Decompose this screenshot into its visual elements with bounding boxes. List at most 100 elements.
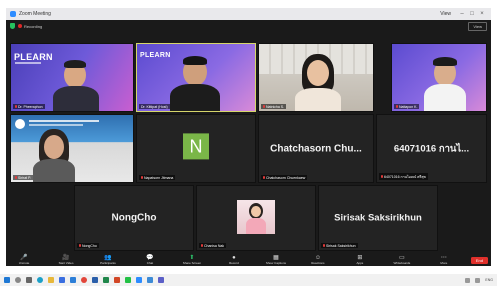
network-icon[interactable] — [465, 277, 471, 283]
participant-tile-speaking[interactable]: PLEARN Dr. Kittipat (Host) — [136, 43, 256, 112]
participant-tile[interactable]: Sirisak Saksirikhun Sirisak Saksirikhun — [318, 185, 438, 251]
participant-display-name: NongCho — [111, 212, 157, 224]
meeting-topbar: Recording View — [6, 20, 491, 32]
photos-icon[interactable] — [147, 277, 153, 283]
close-button[interactable]: × — [477, 11, 487, 17]
search-icon[interactable] — [15, 277, 21, 283]
volume-icon[interactable] — [475, 277, 481, 283]
participant-name: Dr. Pheeraphon — [18, 104, 43, 109]
participant-avatar: N — [183, 132, 209, 159]
word-icon[interactable] — [92, 277, 98, 283]
record-button[interactable]: ● Record — [219, 255, 249, 265]
muted-mic-icon — [381, 175, 383, 178]
participant-name: NongCho — [82, 243, 97, 248]
participant-video-person — [31, 127, 77, 182]
participant-name: Chanisa Nak — [204, 243, 225, 248]
store-icon[interactable] — [59, 277, 65, 283]
security-shield-icon[interactable] — [10, 23, 15, 29]
file-explorer-icon[interactable] — [48, 277, 54, 283]
chat-button[interactable]: 💬 Chat — [135, 255, 165, 265]
banner-decoration — [15, 62, 41, 64]
meeting-toolbar: 🎤 Unmute 🎥 Start Video 👥 Participants 💬 … — [6, 254, 491, 266]
maximize-button[interactable]: □ — [467, 11, 477, 17]
participant-nameplate: Dr. Kittipat (Host) — [139, 104, 170, 109]
muted-mic-icon — [201, 244, 203, 247]
participant-tile[interactable]: 64071016 กานไ... 64071016 กานไอลณ์ ศรีสุ… — [376, 114, 487, 183]
edge-browser-icon[interactable] — [37, 277, 43, 283]
participant-name: Napatsorn Jitmana — [144, 175, 174, 180]
participant-nameplate: Dr. Pheeraphon — [13, 104, 45, 109]
line-app-icon[interactable] — [125, 277, 131, 283]
more-button[interactable]: ⋯ More — [429, 255, 459, 265]
window-title: Zoom Meeting — [19, 11, 51, 17]
tile-banner-text: PLEARN — [140, 52, 171, 59]
participant-tile[interactable]: Sirirat P. — [10, 114, 134, 183]
participants-button[interactable]: 👥 Participants — [93, 255, 123, 265]
participant-name: 64071016 กานไอลณ์ ศรีสุข — [384, 174, 426, 179]
share-screen-button[interactable]: ⬆ Share Screen — [177, 255, 207, 265]
screen: Zoom Meeting View – □ × Recording View P… — [0, 0, 497, 286]
participant-tile[interactable]: Natnicha S. — [258, 43, 374, 112]
muted-mic-icon — [141, 176, 143, 179]
start-video-button[interactable]: 🎥 Start Video — [51, 255, 81, 265]
participant-tile[interactable]: NongCho NongCho — [74, 185, 194, 251]
participant-nameplate: Napatsorn Jitmana — [139, 175, 176, 180]
participant-video-person — [422, 56, 468, 111]
apps-button[interactable]: ⊞ Apps — [345, 255, 375, 265]
muted-mic-icon — [15, 105, 17, 108]
participant-display-name: Chatchasorn Chu... — [270, 143, 362, 154]
participant-tile[interactable]: N Napatsorn Jitmana — [136, 114, 256, 183]
os-taskbar: ENG — [0, 274, 497, 286]
participant-nameplate: Natnicha S. — [261, 104, 287, 109]
participant-name: Chatchasorn Chuenkaew — [266, 175, 306, 180]
end-meeting-button[interactable]: End — [470, 256, 488, 264]
meeting-area: Recording View PLEARN Dr. Pheeraphon PLE… — [6, 20, 491, 266]
participant-video-person — [293, 54, 343, 111]
task-view-icon[interactable] — [26, 277, 32, 283]
participant-name: Dr. Kittipat (Host) — [141, 104, 168, 109]
participant-nameplate: Nattapon K. — [394, 104, 420, 109]
muted-mic-icon — [79, 244, 81, 247]
participant-video-thumb — [237, 200, 275, 234]
muted-mic-icon — [15, 176, 17, 179]
teams-icon[interactable] — [158, 277, 164, 283]
recording-label: Recording — [24, 23, 43, 29]
participant-tile[interactable]: Nattapon K. — [391, 43, 487, 112]
participant-name: Natnicha S. — [266, 104, 285, 109]
participant-tile[interactable]: Chatchasorn Chu... Chatchasorn Chuenkaew — [258, 114, 374, 183]
captions-button[interactable]: ▦ Show Captions — [261, 255, 291, 265]
chrome-icon[interactable] — [81, 277, 87, 283]
window-titlebar: Zoom Meeting View – □ × — [6, 8, 491, 20]
input-language-indicator[interactable]: ENG — [485, 278, 493, 282]
whiteboards-button[interactable]: ▭ Whiteboards — [387, 255, 417, 265]
reactions-button[interactable]: ☺ Reactions — [303, 255, 333, 265]
tile-banner-text: PLEARN — [14, 52, 53, 62]
participant-nameplate: NongCho — [77, 243, 99, 248]
participant-nameplate: Sirisak Saksirikhun — [321, 243, 358, 248]
minimize-button[interactable]: – — [457, 11, 467, 17]
participant-video-person — [167, 54, 223, 111]
participant-display-name: Sirisak Saksirikhun — [334, 212, 422, 224]
participant-name: Sirirat P. — [18, 175, 31, 180]
participant-nameplate: 64071016 กานไอลณ์ ศรีสุข — [379, 173, 428, 180]
participant-name: Nattapon K. — [399, 104, 418, 109]
participant-nameplate: Chanisa Nak — [199, 243, 227, 248]
muted-mic-icon — [396, 105, 398, 108]
powerpoint-icon[interactable] — [114, 277, 120, 283]
view-menu[interactable]: View — [440, 11, 451, 17]
excel-icon[interactable] — [103, 277, 109, 283]
muted-mic-icon — [263, 105, 265, 108]
participant-name: Sirisak Saksirikhun — [326, 243, 356, 248]
muted-mic-icon — [263, 176, 265, 179]
unmute-button[interactable]: 🎤 Unmute — [9, 255, 39, 265]
participant-tile[interactable]: PLEARN Dr. Pheeraphon — [10, 43, 134, 112]
gallery-view-button[interactable]: View — [468, 21, 487, 31]
participant-tile[interactable]: Chanisa Nak — [196, 185, 316, 251]
recording-dot-icon — [18, 24, 22, 28]
participant-nameplate: Chatchasorn Chuenkaew — [261, 175, 308, 180]
participant-display-name: 64071016 กานไ... — [393, 143, 470, 154]
start-menu-icon[interactable] — [4, 277, 10, 283]
participant-video-person — [51, 58, 101, 111]
zoom-taskbar-icon[interactable] — [136, 277, 142, 283]
mail-icon[interactable] — [70, 277, 76, 283]
